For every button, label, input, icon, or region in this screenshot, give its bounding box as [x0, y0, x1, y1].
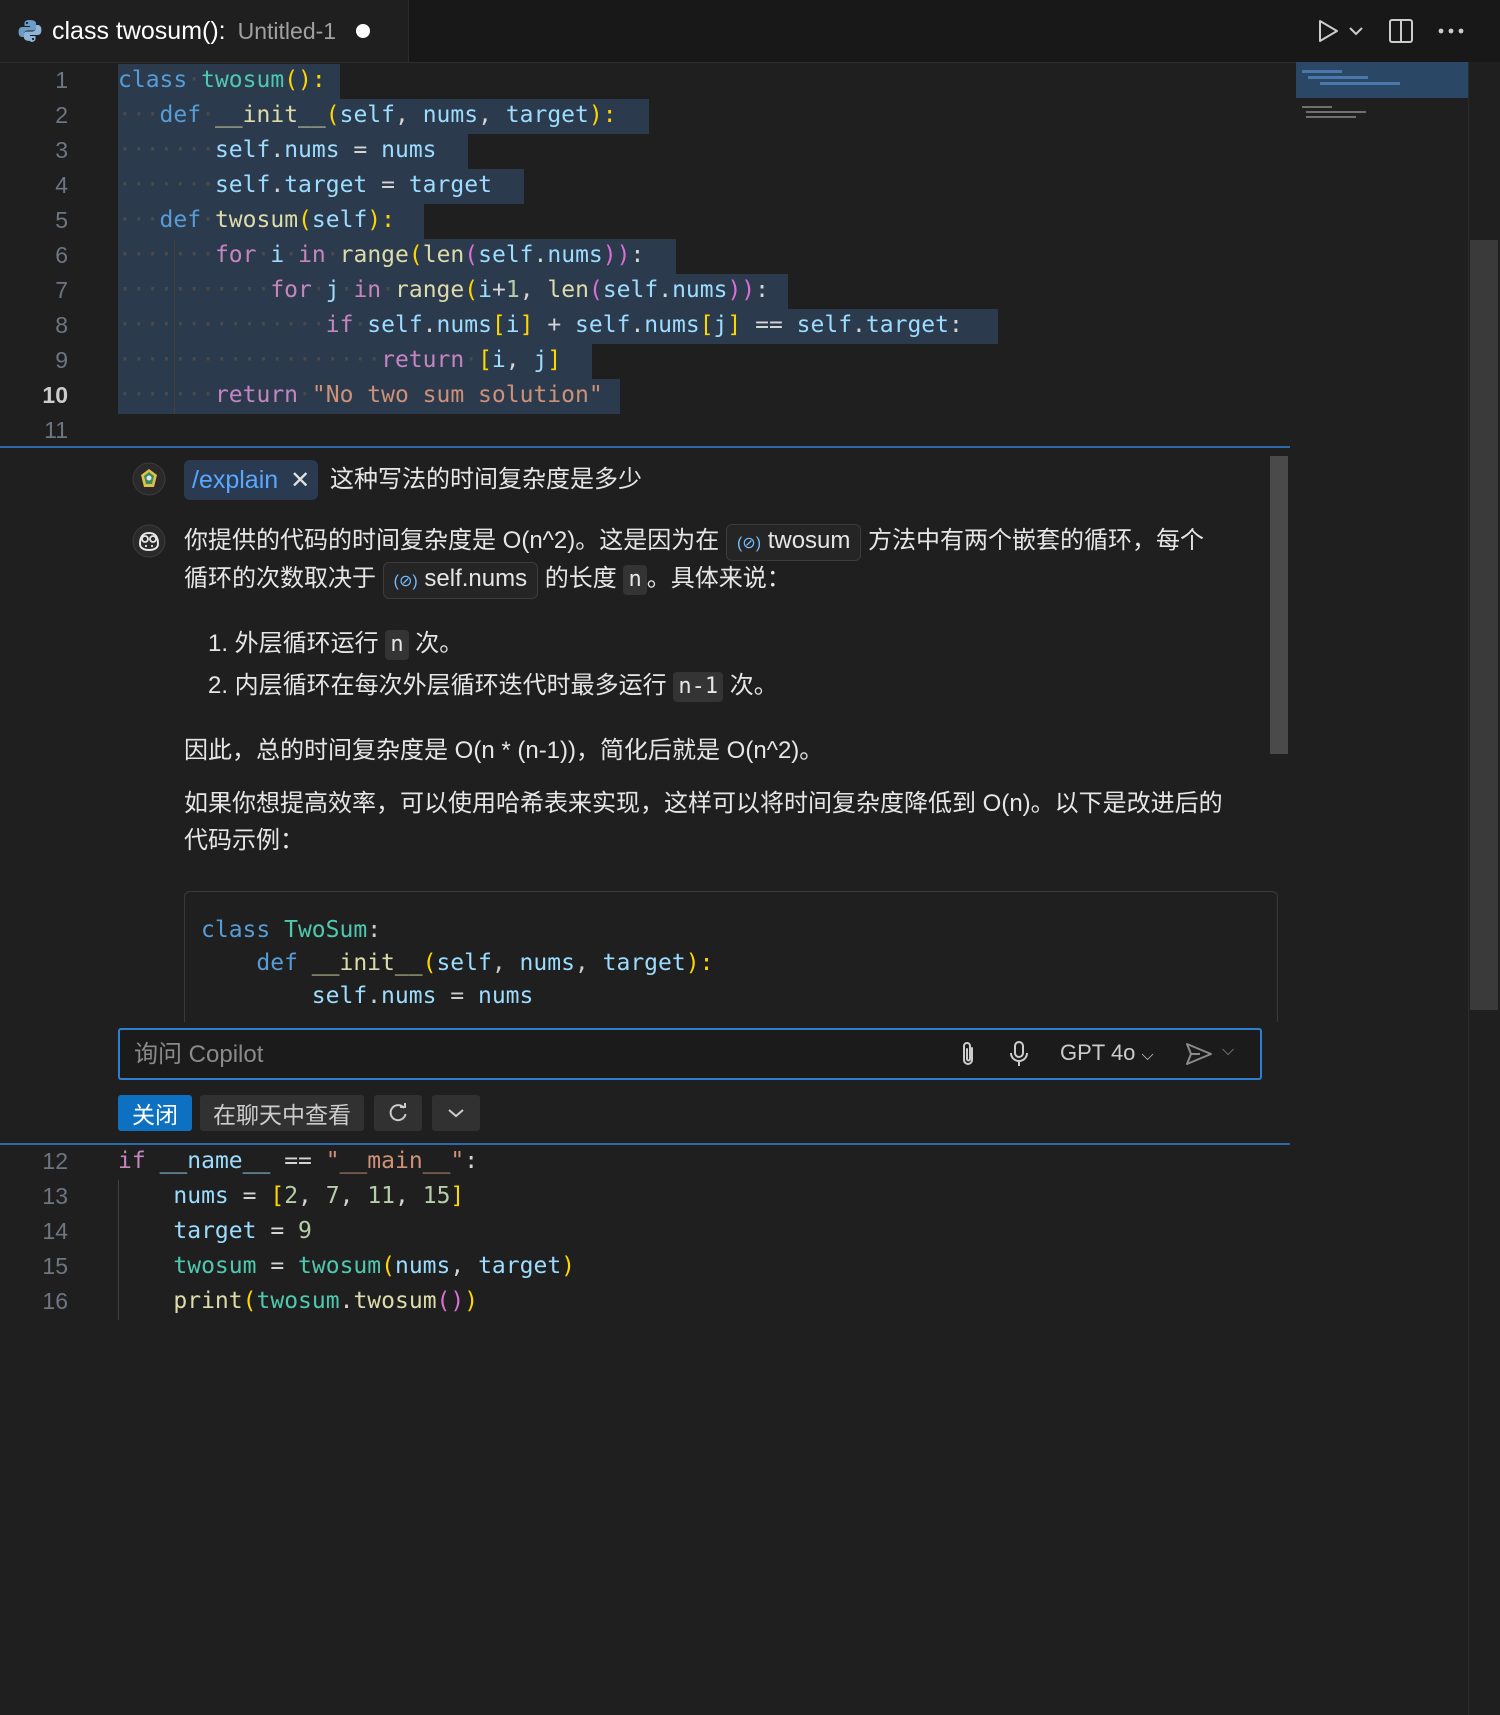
code-block-line: self.nums = nums	[311, 983, 534, 1009]
python-icon	[18, 20, 42, 42]
list-item-2: 2. 内层循环在每次外层循环迭代时最多运行 n-1 次。	[208, 667, 778, 704]
model-label: GPT 4o	[1060, 1040, 1136, 1065]
symbol-reference-self-nums[interactable]: (⊘) self.nums	[382, 562, 539, 599]
line-number: 16	[42, 1288, 68, 1314]
code-line-9[interactable]: ···················return·[i, j]	[118, 343, 561, 378]
line-number: 5	[55, 207, 68, 233]
answer-text: 循环的次数取决于	[184, 565, 376, 592]
chat-scrollbar-thumb[interactable]	[1270, 456, 1288, 754]
inline-code: n	[623, 565, 647, 595]
list-text: 1. 外层循环运行	[208, 630, 379, 657]
attach-icon[interactable]	[958, 1040, 978, 1068]
line-number: 4	[55, 172, 68, 198]
code-line-7[interactable]: ···········for·j·in·range(i+1, len(self.…	[118, 273, 769, 308]
line-number: 12	[42, 1148, 68, 1174]
code-line-15[interactable]: twosum = twosum(nums, target)	[118, 1249, 575, 1284]
symbol-reference-twosum[interactable]: (⊘) twosum	[725, 524, 862, 561]
code-block[interactable]: class TwoSum: def __init__(self, nums, t…	[184, 891, 1278, 1022]
list-item-1: 1. 外层循环运行 n 次。	[208, 625, 463, 662]
microphone-icon[interactable]	[1008, 1039, 1030, 1069]
close-icon[interactable]: ✕	[290, 466, 310, 495]
vertical-scrollbar-thumb[interactable]	[1470, 240, 1498, 1010]
symbol-icon: (⊘)	[736, 535, 762, 552]
command-label: /explain	[192, 465, 279, 494]
code-block-line: def __init__(self, nums, target):	[256, 950, 714, 976]
code-line-2[interactable]: ···def·__init__(self, nums, target):	[118, 98, 617, 133]
close-button[interactable]: 关闭	[118, 1095, 192, 1131]
code-line-14[interactable]: target = 9	[118, 1214, 312, 1249]
answer-text: 。具体来说：	[646, 565, 791, 592]
symbol-icon: (⊘)	[393, 573, 418, 590]
code-line-13[interactable]: nums = [2, 7, 11, 15]	[118, 1179, 464, 1214]
code-line-5[interactable]: ···def·twosum(self):	[118, 203, 395, 238]
view-in-chat-button[interactable]: 在聊天中查看	[200, 1095, 364, 1131]
answer-paragraph-1-cont: 循环的次数取决于 (⊘) self.nums 的长度 n 。具体来说：	[184, 560, 1274, 599]
chat-input[interactable]	[132, 1036, 936, 1074]
run-options-chevron-down-icon[interactable]	[1345, 14, 1367, 48]
more-actions-icon[interactable]	[1434, 14, 1468, 48]
chat-input-box[interactable]: GPT 4o ⌵ ⌵	[118, 1028, 1262, 1080]
list-text: 次。	[729, 672, 778, 699]
chevron-down-icon: ⌵	[1141, 1047, 1154, 1064]
code-line-10[interactable]: ·······return·"No two sum solution"	[118, 378, 603, 413]
line-number: 7	[55, 277, 68, 303]
line-number: 6	[55, 242, 68, 268]
split-editor-icon[interactable]	[1384, 14, 1418, 48]
user-question: 这种写法的时间复杂度是多少	[330, 466, 642, 493]
user-avatar-icon	[132, 462, 166, 496]
line-number: 8	[55, 312, 68, 338]
code-line-8[interactable]: ···············if·self.nums[i] + self.nu…	[118, 308, 963, 343]
answer-paragraph-2: 因此，总的时间复杂度是 O(n * (n-1))，简化后就是 O(n^2)。	[184, 737, 824, 764]
send-icon[interactable]	[1184, 1041, 1214, 1067]
line-number: 9	[55, 347, 68, 373]
model-picker[interactable]: GPT 4o ⌵	[1060, 1040, 1154, 1066]
line-number: 11	[44, 417, 68, 443]
line-number: 2	[55, 102, 68, 128]
unsaved-dot-icon[interactable]	[356, 24, 371, 38]
run-icon[interactable]	[1310, 14, 1346, 48]
line-number-active: 10	[42, 382, 68, 408]
symbol-reference-label: self.nums	[424, 565, 528, 592]
minimap[interactable]	[1296, 62, 1468, 132]
tab-bar: class twosum(): Untitled-1	[0, 0, 1500, 63]
line-number: 14	[42, 1218, 68, 1244]
line-number: 13	[42, 1183, 68, 1209]
answer-text: 你提供的代码的时间复杂度是 O(n^2)。这是因为在	[184, 527, 720, 554]
code-line-4[interactable]: ·······self.target = target	[118, 168, 492, 203]
line-number: 15	[42, 1253, 68, 1279]
code-line-1[interactable]: class·twosum():	[118, 63, 326, 98]
inline-code: n	[385, 630, 409, 660]
list-text: 次。	[415, 630, 464, 657]
symbol-reference-label: twosum	[767, 527, 851, 554]
answer-paragraph-3: 如果你想提高效率，可以使用哈希表来实现，这样可以将时间复杂度降低到 O(n)。以…	[184, 790, 1223, 817]
list-text: 2. 内层循环在每次外层循环迭代时最多运行	[208, 672, 667, 699]
tab-title: class twosum():	[52, 16, 226, 45]
code-line-16[interactable]: print(twosum.twosum())	[118, 1284, 478, 1319]
code-line-6[interactable]: ·······for·i·in·range(len(self.nums)):	[118, 238, 644, 273]
tab-filename: Untitled-1	[237, 17, 337, 44]
answer-text: 的长度	[544, 565, 617, 592]
line-number: 3	[55, 137, 68, 163]
regenerate-icon[interactable]	[374, 1095, 422, 1131]
answer-paragraph-3-cont: 代码示例：	[184, 827, 304, 854]
send-options-chevron-down-icon[interactable]: ⌵	[1222, 1042, 1234, 1060]
editor-tab[interactable]: class twosum(): Untitled-1	[0, 0, 409, 62]
code-line-12[interactable]: if __name__ == "__main__":	[118, 1144, 478, 1179]
code-block-line: class TwoSum:	[201, 917, 382, 943]
copilot-icon	[132, 524, 166, 558]
line-number: 1	[55, 67, 68, 93]
answer-text: 方法中有两个嵌套的循环，每个	[868, 527, 1205, 554]
inline-code: n-1	[673, 672, 724, 702]
answer-paragraph-1: 你提供的代码的时间复杂度是 O(n^2)。这是因为在 (⊘) twosum 方法…	[184, 522, 1274, 561]
command-chip[interactable]: /explain ✕	[184, 460, 319, 500]
more-options-chevron-down-icon[interactable]	[432, 1095, 480, 1131]
code-line-3[interactable]: ·······self.nums = nums	[118, 133, 437, 168]
